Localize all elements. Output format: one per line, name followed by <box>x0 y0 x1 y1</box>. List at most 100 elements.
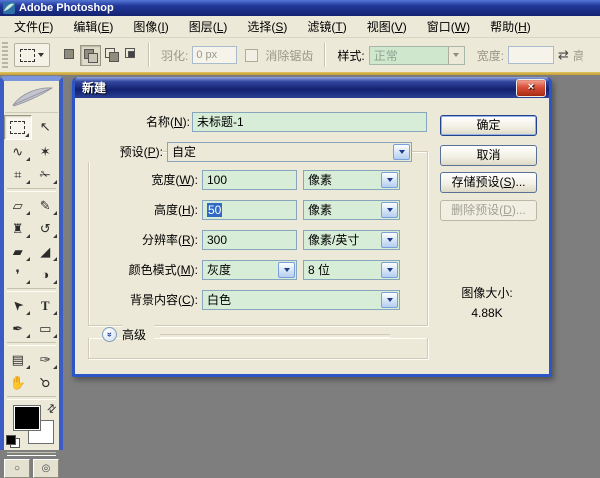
pen-tool-icon: ✒ <box>12 322 23 335</box>
quick-mask-mode-button[interactable]: ◎ <box>33 459 59 478</box>
zoom-tool-icon: ⚲ <box>37 375 53 391</box>
dropdown-arrow-icon[interactable] <box>381 262 398 278</box>
crop-tool[interactable]: ⌗ <box>4 163 32 186</box>
clone-stamp-tool[interactable]: ♜ <box>4 217 32 240</box>
crop-tool-icon: ⌗ <box>14 168 21 181</box>
rectangle-shape-tool[interactable]: ▭ <box>32 317 60 340</box>
tool-group-divider <box>7 288 56 292</box>
feather-label: 羽化: <box>161 47 188 64</box>
photoshop-app-icon <box>3 2 15 14</box>
notes-tool[interactable]: ▤ <box>4 348 32 371</box>
fixed-width-label: 宽度: <box>477 47 504 64</box>
ok-button[interactable]: 确定 <box>440 115 537 136</box>
standard-mode-button[interactable]: ○ <box>4 459 30 478</box>
dropdown-arrow-icon[interactable] <box>381 232 398 248</box>
notes-tool-icon: ▤ <box>12 353 24 366</box>
separator <box>148 43 150 67</box>
dodge-tool[interactable]: ◑ <box>32 263 60 286</box>
rectangular-marquee-tool[interactable] <box>4 115 32 140</box>
resolution-unit-dropdown[interactable]: 像素/英寸 <box>303 230 400 250</box>
menu-bar: 文件(F)编辑(E)图像(I)图层(L)选择(S)滤镜(T)视图(V)窗口(W)… <box>0 16 600 38</box>
default-colors-icon[interactable] <box>6 435 20 448</box>
slice-tool[interactable]: ✁ <box>32 163 60 186</box>
save-preset-button[interactable]: 存储预设(S)... <box>440 172 537 193</box>
height-input[interactable]: 50 <box>202 200 297 220</box>
clone-stamp-tool-icon: ♜ <box>12 222 24 235</box>
menu-layer[interactable]: 图层(L) <box>179 16 238 37</box>
pen-tool[interactable]: ✒ <box>4 317 32 340</box>
color-mode-dropdown[interactable]: 灰度 <box>202 260 297 280</box>
resolution-input[interactable]: 300 <box>202 230 297 250</box>
hand-tool[interactable]: ✋ <box>4 371 32 394</box>
width-unit-dropdown[interactable]: 像素 <box>303 170 400 190</box>
height-unit-value: 像素 <box>308 203 332 217</box>
rectangular-marquee-tool-icon <box>10 121 25 134</box>
advanced-rule <box>160 334 390 338</box>
lasso-tool[interactable]: ∿ <box>4 140 32 163</box>
menu-image[interactable]: 图像(I) <box>123 16 178 37</box>
healing-brush-tool[interactable]: ▱ <box>4 194 32 217</box>
menu-help[interactable]: 帮助(H) <box>480 16 541 37</box>
fixed-width-input[interactable] <box>508 46 554 64</box>
feather-input[interactable]: 0 px <box>192 46 237 64</box>
zoom-tool[interactable]: ⚲ <box>32 371 60 394</box>
paint-bucket-tool[interactable]: ◢ <box>32 240 60 263</box>
photoshop-feather-logo <box>5 82 58 113</box>
menu-file[interactable]: 文件(F) <box>4 16 63 37</box>
dropdown-arrow-icon[interactable] <box>278 262 295 278</box>
image-size-value: 4.88K <box>427 306 547 320</box>
eraser-tool[interactable]: ▰ <box>4 240 32 263</box>
blur-tool[interactable]: ❜ <box>4 263 32 286</box>
menu-view[interactable]: 视图(V) <box>357 16 417 37</box>
height-unit-dropdown[interactable]: 像素 <box>303 200 400 220</box>
path-selection-tool[interactable]: ➤ <box>4 294 32 317</box>
tool-group-divider <box>7 396 56 400</box>
new-selection-button[interactable] <box>60 45 79 64</box>
height-label: 高度(H): <box>83 200 198 220</box>
dropdown-arrow-icon[interactable] <box>381 292 398 308</box>
dropdown-arrow-icon[interactable] <box>381 202 398 218</box>
eyedropper-tool-icon: ✑ <box>40 353 51 366</box>
chevrons-down-icon: » <box>105 332 114 337</box>
lasso-tool-icon: ∿ <box>12 145 23 158</box>
delete-preset-button: 删除预设(D)... <box>440 200 537 221</box>
preset-dropdown[interactable]: 自定 <box>167 142 412 162</box>
advanced-label: 高级 <box>122 325 154 345</box>
subtract-from-selection-button[interactable] <box>102 45 121 64</box>
dialog-title-bar[interactable]: 新建 × <box>75 77 549 98</box>
dropdown-arrow-icon[interactable] <box>381 172 398 188</box>
history-brush-tool[interactable]: ↺ <box>32 217 60 240</box>
fixed-height-label: 高度: <box>573 47 583 64</box>
antialias-checkbox[interactable] <box>245 49 258 62</box>
menu-select[interactable]: 选择(S) <box>237 16 297 37</box>
background-contents-dropdown[interactable]: 白色 <box>202 290 400 310</box>
move-tool[interactable]: ↖ <box>32 115 60 138</box>
dropdown-arrow-icon[interactable] <box>448 47 464 64</box>
dropdown-arrow-icon[interactable] <box>393 144 410 160</box>
type-tool[interactable]: T <box>32 294 60 317</box>
foreground-color-swatch[interactable] <box>13 405 41 431</box>
menu-edit[interactable]: 编辑(E) <box>63 16 123 37</box>
app-title-bar: Adobe Photoshop <box>0 0 600 16</box>
brush-tool[interactable]: ✎ <box>32 194 60 217</box>
color-swatches: ⇄ <box>4 402 59 450</box>
resolution-label: 分辨率(R): <box>83 230 198 250</box>
eyedropper-tool[interactable]: ✑ <box>32 348 60 371</box>
intersect-selection-button[interactable] <box>122 45 141 64</box>
name-input[interactable]: 未标题-1 <box>192 112 427 132</box>
tool-group-divider <box>7 188 56 192</box>
menu-filter[interactable]: 滤镜(T) <box>297 16 356 37</box>
close-button[interactable]: × <box>516 79 546 97</box>
options-bar-grip[interactable] <box>2 42 8 68</box>
menu-window[interactable]: 窗口(W) <box>417 16 480 37</box>
bit-depth-dropdown[interactable]: 8 位 <box>303 260 400 280</box>
cancel-button[interactable]: 取消 <box>440 145 537 166</box>
advanced-expand-button[interactable]: » <box>102 327 117 342</box>
swap-dimensions-icon[interactable]: ⇄ <box>558 47 569 63</box>
add-to-selection-button[interactable] <box>80 45 101 66</box>
magic-wand-tool[interactable]: ✶ <box>32 140 60 163</box>
swap-colors-icon[interactable]: ⇄ <box>44 401 60 417</box>
tool-preset-picker[interactable] <box>14 43 50 67</box>
style-dropdown[interactable]: 正常 <box>369 46 465 65</box>
width-input[interactable]: 100 <box>202 170 297 190</box>
